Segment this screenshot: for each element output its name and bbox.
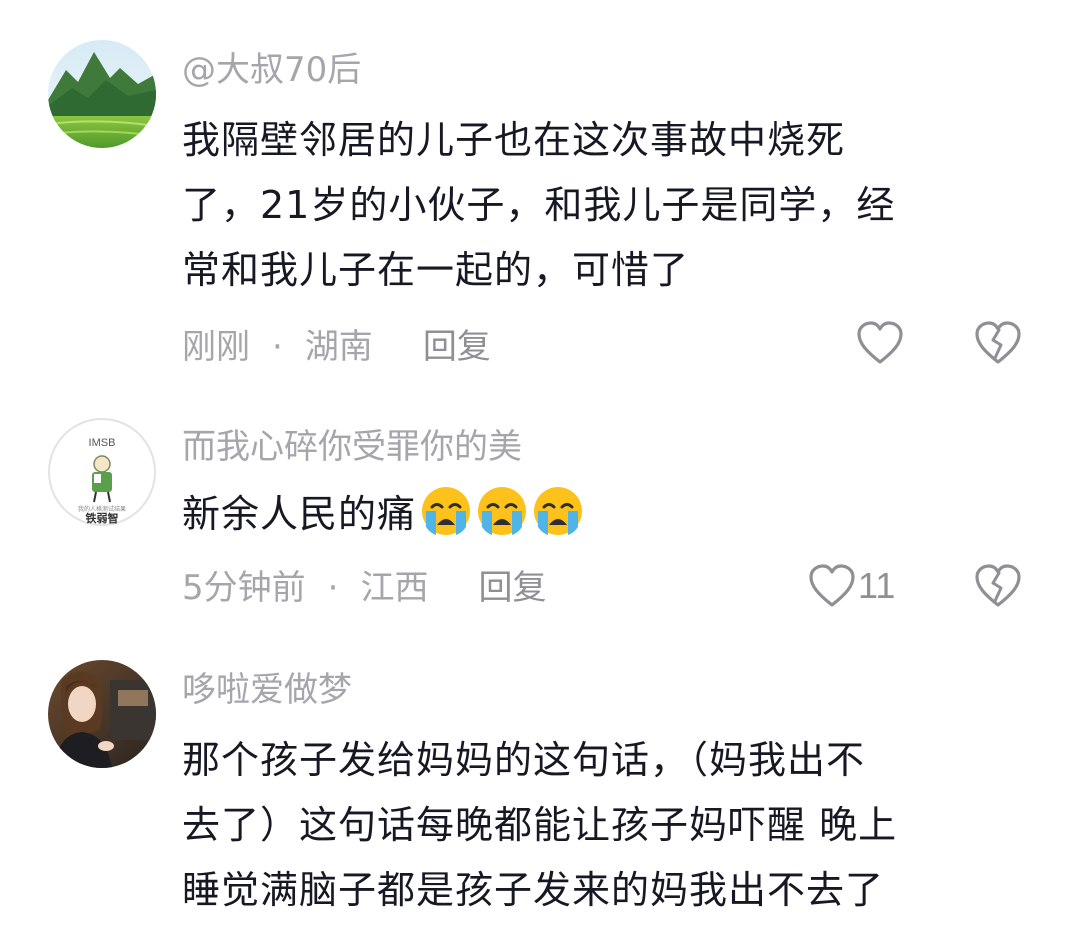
timestamp: 5分钟前 bbox=[182, 568, 306, 608]
personality-test-avatar-icon: IMSB 我的人格测试结果 铁弱智 bbox=[48, 418, 156, 526]
dislike-button[interactable] bbox=[974, 563, 1022, 613]
like-button[interactable]: 11 bbox=[808, 563, 895, 609]
comment-item: IMSB 我的人格测试结果 铁弱智 而我心碎你受罪你的美 新余人民的痛 5分钟前… bbox=[0, 400, 1080, 640]
landscape-avatar-icon bbox=[48, 40, 156, 148]
avatar[interactable]: IMSB 我的人格测试结果 铁弱智 bbox=[48, 418, 156, 526]
location: 湖南 bbox=[304, 327, 373, 367]
username[interactable]: 而我心碎你受罪你的美 bbox=[182, 427, 522, 467]
crying-face-emoji-icon bbox=[422, 487, 471, 535]
reply-button[interactable]: 回复 bbox=[423, 327, 491, 367]
avatar-bottom-text: 铁弱智 bbox=[86, 511, 119, 525]
broken-heart-icon bbox=[975, 564, 1021, 607]
comment-meta: 刚刚 · 湖南 回复 bbox=[182, 327, 491, 367]
heart-icon bbox=[857, 321, 903, 364]
like-count: 11 bbox=[858, 565, 896, 606]
crying-face-emoji-icon bbox=[478, 487, 527, 535]
reply-button[interactable]: 回复 bbox=[478, 568, 546, 608]
comment-text-line: 睡觉满脑子都是孩子发来的妈我出不去了 bbox=[182, 868, 885, 912]
comment-text-line: 那个孩子发给妈妈的这句话，（妈我出不 bbox=[182, 738, 866, 782]
comment-text: 我隔壁邻居的儿子也在这次事故中烧死 了，21岁的小伙子，和我儿子是同学，经 常和… bbox=[182, 108, 1022, 303]
timestamp: 刚刚 bbox=[182, 327, 250, 367]
comment-text-line: 去了）这句话每晚都能让孩子妈吓醒 晚上 bbox=[182, 803, 898, 847]
comment-text-line: 新余人民的痛 bbox=[182, 482, 1022, 547]
comment-text: 新余人民的痛 bbox=[182, 482, 1022, 547]
location: 江西 bbox=[360, 568, 429, 608]
heart-icon bbox=[809, 564, 855, 607]
comment-text-line: 常和我儿子在一起的，可惜了 bbox=[182, 248, 690, 292]
broken-heart-icon bbox=[975, 321, 1021, 364]
portrait-avatar-icon bbox=[48, 660, 156, 768]
comment-item: @大叔70后 我隔壁邻居的儿子也在这次事故中烧死 了，21岁的小伙子，和我儿子是… bbox=[0, 0, 1080, 400]
comment-meta: 5分钟前 · 江西 回复 bbox=[182, 568, 546, 608]
crying-face-emoji-icon bbox=[534, 487, 583, 535]
separator: · bbox=[327, 568, 339, 608]
separator: · bbox=[272, 327, 283, 367]
comment-item: 哆啦爱做梦 那个孩子发给妈妈的这句话，（妈我出不 去了）这句话每晚都能让孩子妈吓… bbox=[0, 640, 1080, 939]
username[interactable]: 哆啦爱做梦 bbox=[182, 670, 352, 710]
username[interactable]: @大叔70后 bbox=[182, 50, 361, 90]
comment-text-line: 了，21岁的小伙子，和我儿子是同学，经 bbox=[182, 183, 896, 227]
avatar[interactable] bbox=[48, 40, 156, 148]
comment-text-content: 新余人民的痛 bbox=[182, 492, 417, 536]
comment-text-line: 我隔壁邻居的儿子也在这次事故中烧死 bbox=[182, 118, 846, 162]
comment-text: 那个孩子发给妈妈的这句话，（妈我出不 去了）这句话每晚都能让孩子妈吓醒 晚上 睡… bbox=[182, 728, 1022, 923]
avatar[interactable] bbox=[48, 660, 156, 768]
svg-text:IMSB: IMSB bbox=[89, 437, 116, 449]
dislike-button[interactable] bbox=[974, 320, 1022, 370]
like-button[interactable] bbox=[856, 320, 906, 366]
